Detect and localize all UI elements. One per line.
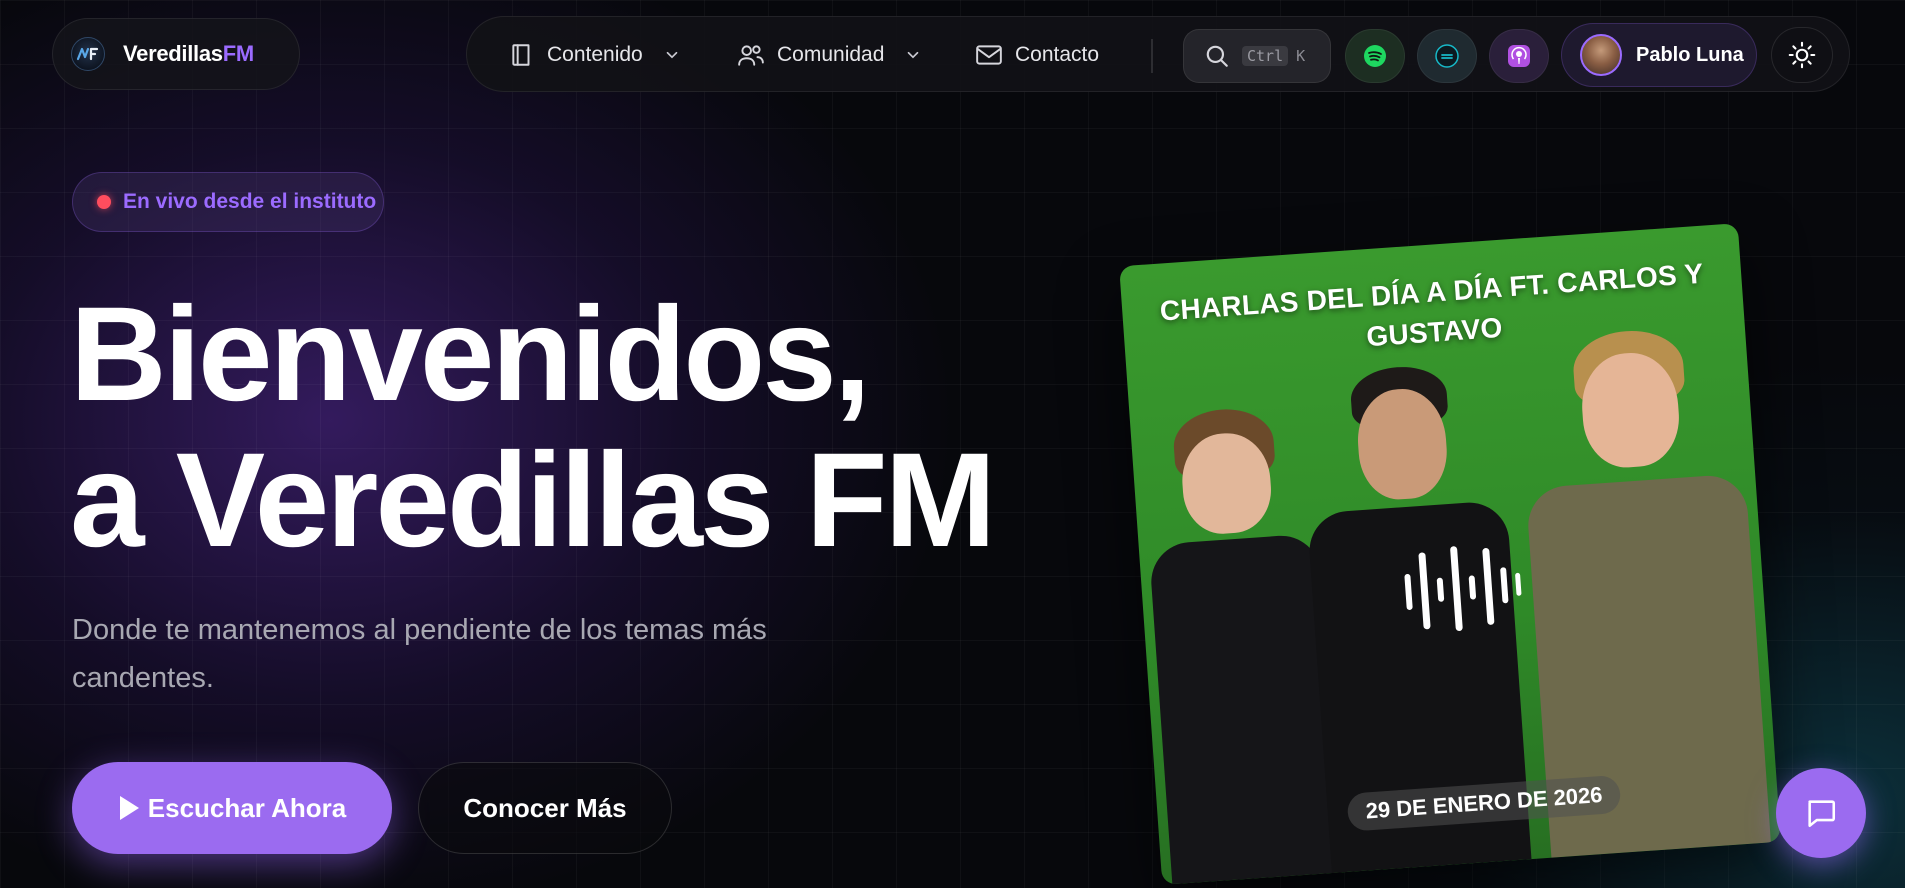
- hero-subtitle: Donde te mantenemos al pendiente de los …: [72, 614, 767, 694]
- theme-toggle-button[interactable]: [1771, 27, 1833, 83]
- search-button[interactable]: Ctrl K: [1183, 29, 1331, 83]
- book-icon: [512, 44, 530, 66]
- user-profile-button[interactable]: Pablo Luna: [1561, 23, 1757, 87]
- nav-divider: [1151, 39, 1153, 73]
- shortcut-key-ctrl: Ctrl: [1242, 46, 1289, 66]
- play-icon: [119, 796, 139, 820]
- live-status-badge: En vivo desde el instituto: [72, 172, 384, 232]
- apple-podcasts-button[interactable]: [1489, 29, 1549, 83]
- main-navbar: Contenido Comunidad Contacto Ctrl K Pabl…: [466, 16, 1850, 92]
- listen-now-label: Escuchar Ahora: [147, 792, 347, 823]
- search-icon: [1206, 45, 1228, 67]
- spotify-button[interactable]: [1345, 29, 1405, 83]
- users-icon: [738, 45, 764, 66]
- apple-podcasts-icon: [1508, 45, 1530, 67]
- nav-label-comunidad: Comunidad: [777, 43, 885, 66]
- profile-name: Pablo Luna: [1636, 43, 1744, 66]
- brand-logo-link[interactable]: VeredillasFM: [52, 18, 300, 90]
- avatar: [1580, 34, 1622, 76]
- live-dot-icon: [97, 195, 111, 209]
- chat-button[interactable]: [1776, 768, 1866, 858]
- listen-now-button[interactable]: Escuchar Ahora: [72, 762, 392, 854]
- audio-wave-icon: [1404, 546, 1522, 632]
- hero-title-line2: a Veredillas FM: [70, 426, 996, 575]
- brand-name-accent: FM: [222, 41, 254, 66]
- featured-episode-card[interactable]: CHARLAS DEL DÍA A DÍA FT. CARLOS Y GUSTA…: [1119, 223, 1781, 885]
- hero-title-line1: Bienvenidos,: [70, 280, 871, 429]
- nav-item-contacto[interactable]: Contacto: [975, 17, 1099, 93]
- learn-more-label: Conocer Más: [463, 792, 627, 823]
- chat-icon: [1808, 800, 1836, 828]
- mail-icon: [976, 45, 1002, 65]
- brand-name: VeredillasFM: [123, 41, 254, 67]
- nav-label-contacto: Contacto: [1015, 43, 1100, 66]
- hero-title: Bienvenidos, a Veredillas FM: [70, 280, 996, 575]
- episode-photo-person-right: [1515, 324, 1771, 858]
- spotify-icon: [1364, 45, 1386, 67]
- live-badge-text: En vivo desde el instituto: [123, 190, 377, 213]
- nav-label-contenido: Contenido: [547, 43, 643, 66]
- veredillas-logo-icon: [71, 37, 105, 71]
- brand-name-main: Veredillas: [123, 41, 223, 66]
- nav-item-comunidad[interactable]: Comunidad: [737, 17, 922, 93]
- ivoox-icon: [1435, 44, 1459, 68]
- sun-icon: [1788, 41, 1816, 69]
- nav-item-contenido[interactable]: Contenido: [509, 17, 681, 93]
- learn-more-button[interactable]: Conocer Más: [418, 762, 672, 854]
- search-shortcut: Ctrl K: [1242, 46, 1305, 66]
- chevron-down-icon: [908, 51, 919, 59]
- shortcut-key-k: K: [1296, 47, 1306, 65]
- ivoox-button[interactable]: [1417, 29, 1477, 83]
- chevron-down-icon: [666, 51, 678, 59]
